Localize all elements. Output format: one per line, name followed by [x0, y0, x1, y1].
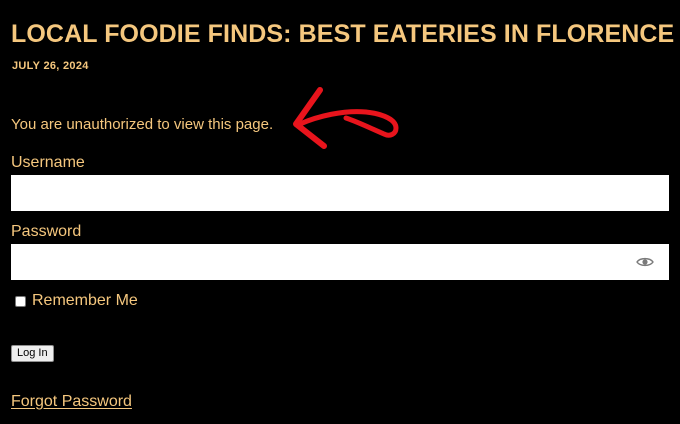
page-title: LOCAL FOODIE FINDS: BEST EATERIES IN FLO…	[11, 20, 675, 48]
password-label: Password	[11, 223, 82, 240]
username-label: Username	[11, 154, 85, 171]
eye-icon[interactable]	[636, 254, 654, 270]
username-input[interactable]	[11, 175, 669, 211]
red-arrow-icon	[293, 87, 399, 149]
post-date: JULY 26, 2024	[12, 60, 89, 72]
forgot-password-link[interactable]: Forgot Password	[11, 393, 132, 411]
remember-me-label[interactable]: Remember Me	[32, 292, 138, 310]
remember-me-checkbox[interactable]	[15, 296, 26, 307]
password-input[interactable]	[11, 244, 669, 280]
log-in-button[interactable]: Log In	[11, 345, 54, 362]
unauthorized-notice: You are unauthorized to view this page.	[11, 116, 274, 133]
